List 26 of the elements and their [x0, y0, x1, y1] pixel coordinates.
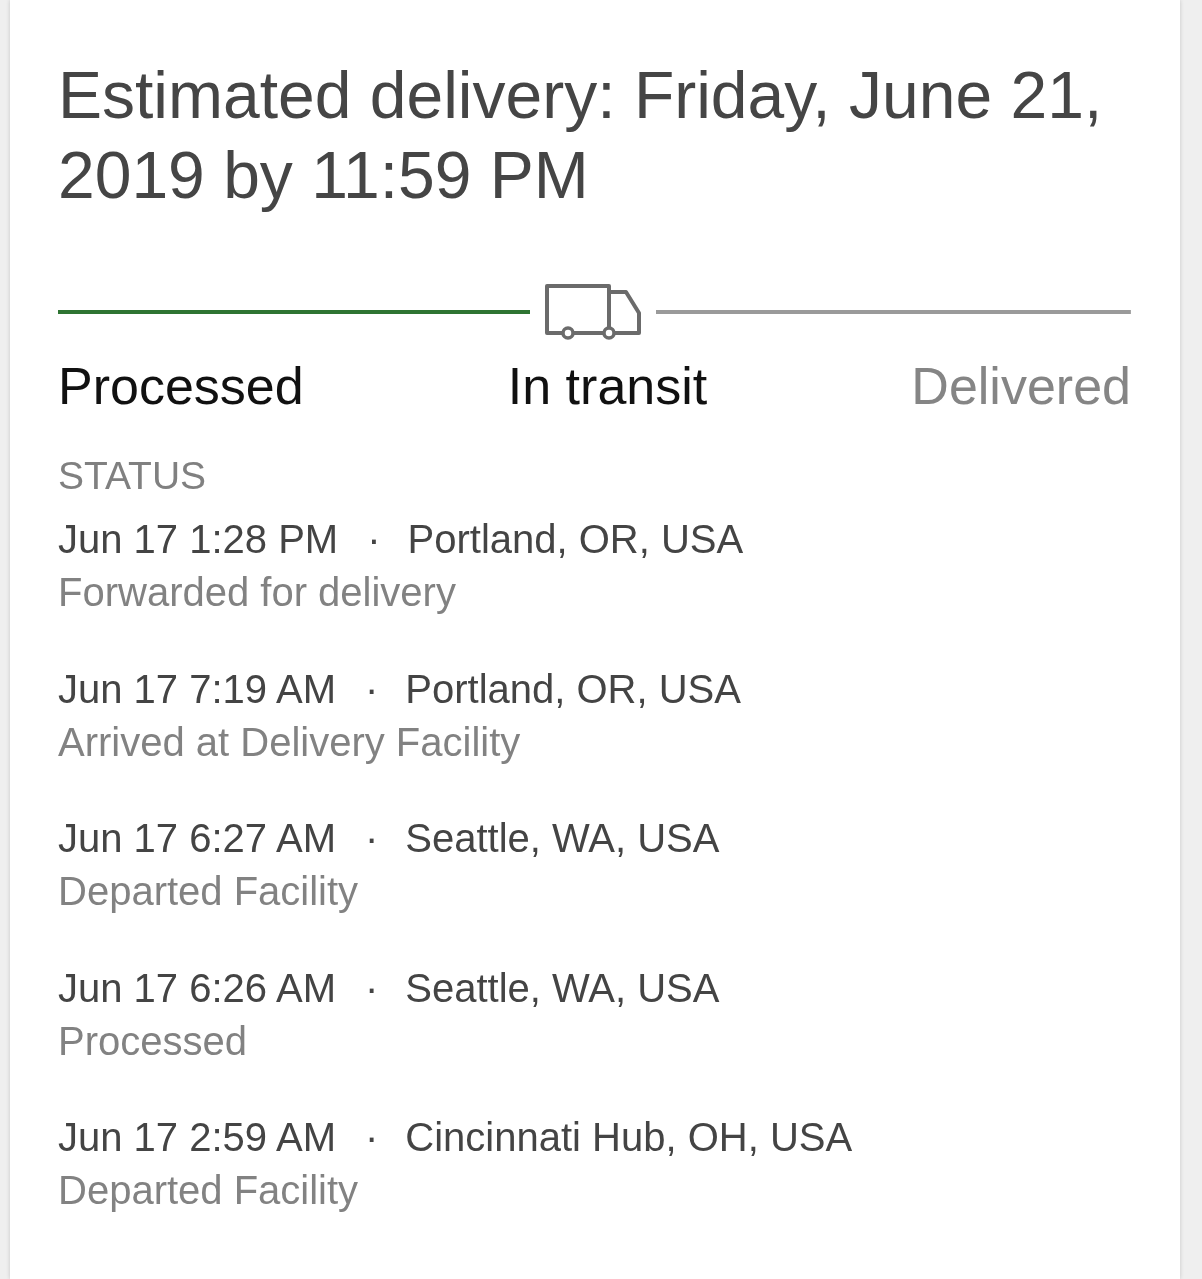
separator-dot: ·	[364, 815, 379, 862]
separator-dot: ·	[367, 516, 381, 563]
event-location: Seattle, WA, USA	[405, 964, 720, 1012]
event-description: Departed Facility	[58, 1167, 360, 1214]
event-location: Cincinnati Hub, OH, USA	[405, 1114, 853, 1161]
delivery-estimate: Estimated delivery: Friday, June 21, 2019 by 11:59 PM	[58, 57, 1104, 214]
event-description: Processed	[58, 1017, 248, 1065]
event-time: Jun 17 7:19 AM	[58, 665, 336, 713]
event-location: Portland, OR, USA	[405, 665, 741, 713]
stage-label: Processed	[58, 356, 304, 416]
event-time: Jun 17 1:28 PM	[58, 516, 339, 563]
event-description: Forwarded for delivery	[58, 569, 457, 616]
section-heading: STATUS	[58, 453, 208, 499]
event-time: Jun 17 2:59 AM	[58, 1114, 336, 1161]
separator-dot: ·	[364, 665, 379, 713]
separator-dot: ·	[364, 1114, 379, 1161]
stage-label: In transit	[507, 356, 708, 416]
truck-icon	[544, 283, 643, 341]
event-location: Portland, OR, USA	[407, 516, 744, 563]
event-location: Seattle, WA, USA	[405, 815, 720, 862]
event-description: Arrived at Delivery Facility	[58, 718, 522, 766]
stage-label: Delivered	[911, 356, 1131, 416]
event-description: Departed Facility	[58, 868, 360, 915]
event-time: Jun 17 6:27 AM	[58, 815, 336, 862]
separator-dot: ·	[364, 964, 379, 1012]
event-time: Jun 17 6:26 AM	[58, 964, 336, 1012]
